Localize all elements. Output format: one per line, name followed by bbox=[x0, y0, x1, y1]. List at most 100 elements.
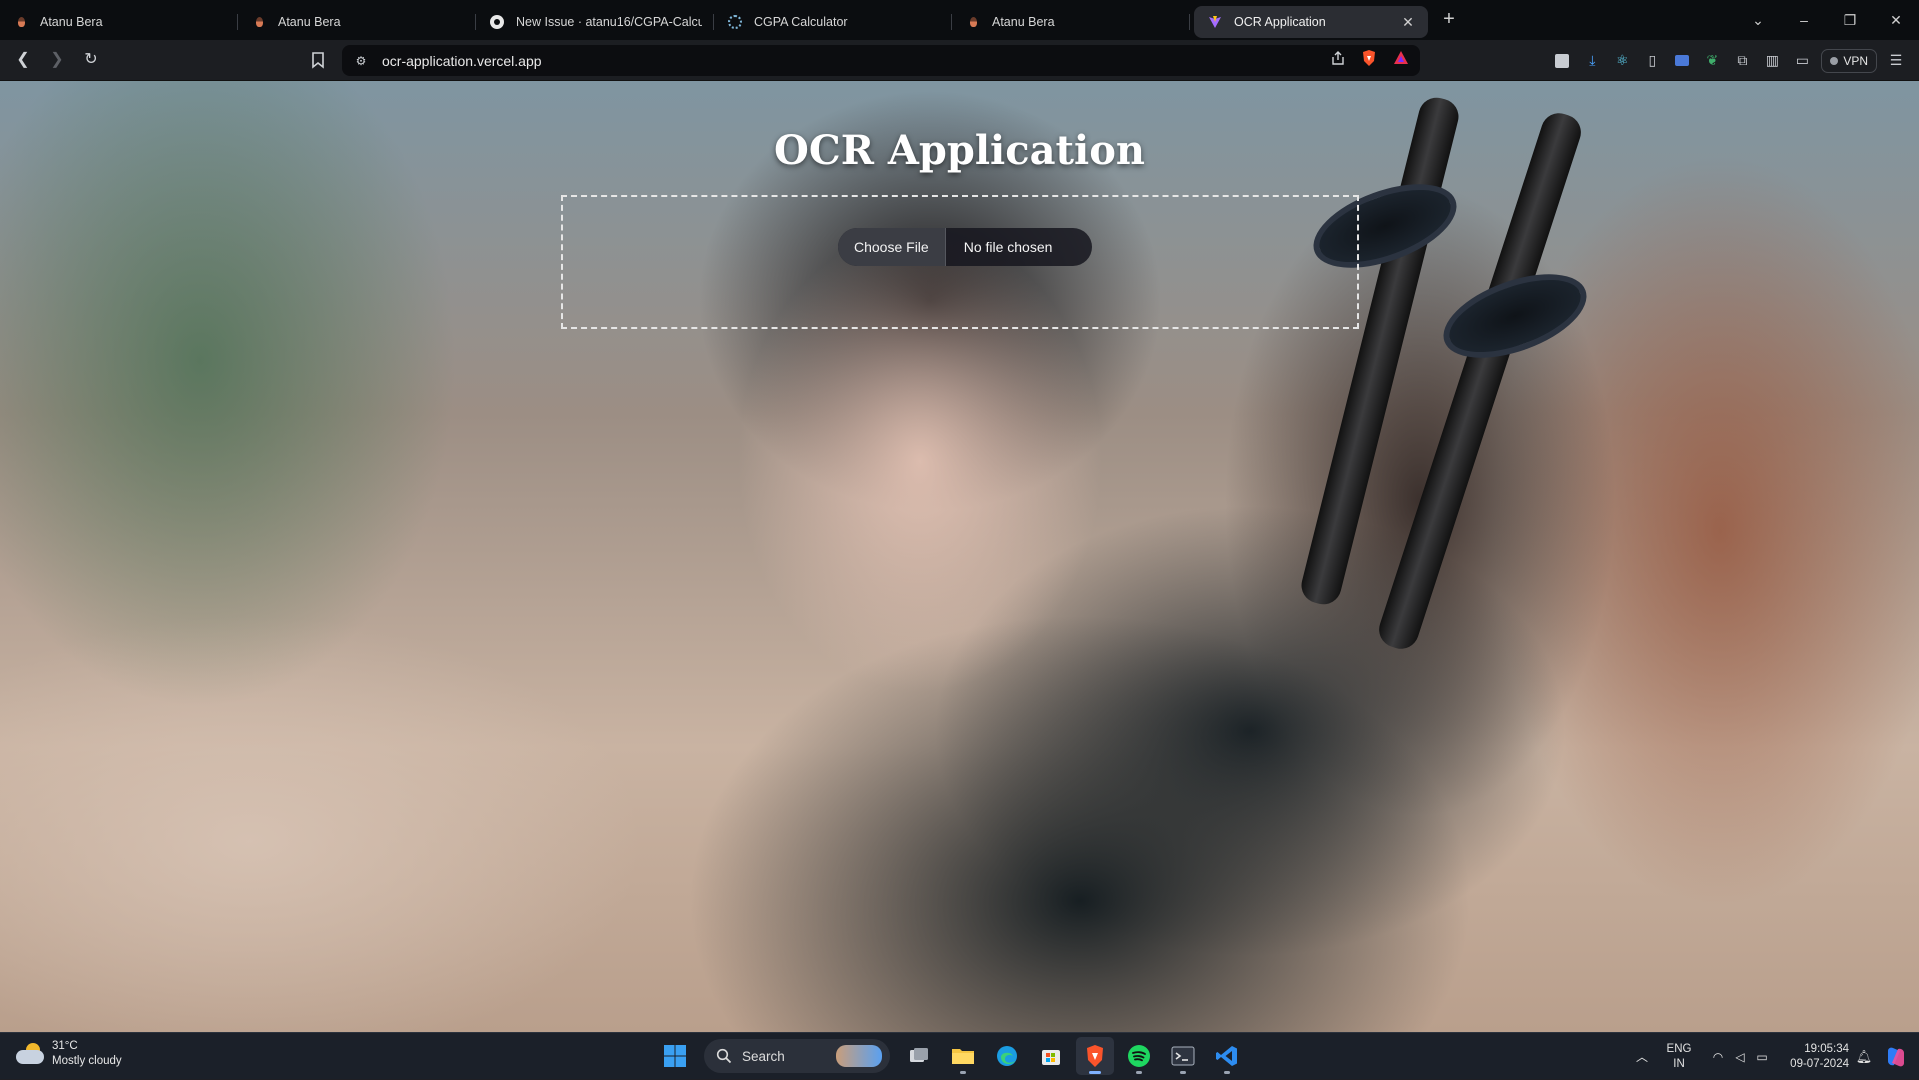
tab-cgpa-calculator[interactable]: CGPA Calculator bbox=[714, 6, 952, 38]
screen-icon[interactable] bbox=[1667, 46, 1697, 76]
tab-atanu-bera-3[interactable]: Atanu Bera bbox=[952, 6, 1190, 38]
brave-shields-icon[interactable] bbox=[1360, 49, 1378, 72]
task-view-button[interactable] bbox=[900, 1037, 938, 1075]
leaf-icon[interactable]: ❦ bbox=[1697, 46, 1727, 76]
brave-browser-button[interactable] bbox=[1076, 1037, 1114, 1075]
profile-favicon-icon bbox=[966, 15, 980, 29]
copilot-icon bbox=[1888, 1047, 1904, 1066]
copilot-button[interactable] bbox=[1879, 1040, 1913, 1074]
file-input[interactable]: Choose File No file chosen bbox=[838, 228, 1093, 266]
store-icon bbox=[1042, 1050, 1060, 1065]
extensions-puzzle-icon[interactable]: ⧉ bbox=[1727, 46, 1757, 76]
tab-search-icon[interactable]: ⌄ bbox=[1735, 12, 1781, 29]
notification-bell-icon[interactable]: 🔔︎ bbox=[1849, 1049, 1879, 1065]
region-code: IN bbox=[1673, 1057, 1685, 1070]
windows-icon bbox=[664, 1045, 686, 1067]
tab-title: Atanu Bera bbox=[992, 15, 1055, 29]
tab-title: CGPA Calculator bbox=[754, 15, 848, 29]
site-info-icon[interactable]: ⚙ bbox=[352, 52, 370, 70]
forward-button[interactable]: ❯ bbox=[40, 45, 74, 75]
bookmark-icon[interactable] bbox=[308, 48, 328, 72]
tab-atanu-bera-2[interactable]: Atanu Bera bbox=[238, 6, 476, 38]
taskbar-search[interactable]: Search bbox=[704, 1039, 890, 1073]
running-indicator bbox=[960, 1071, 966, 1074]
task-view-icon bbox=[910, 1048, 928, 1062]
lang-code: ENG bbox=[1666, 1042, 1692, 1055]
close-tab-icon[interactable]: ✕ bbox=[1400, 14, 1416, 30]
system-tray: ︿ ENG IN ◠ ◁ ▭ 19:05:34 09-07-2024 🔔︎ bbox=[1627, 1033, 1919, 1080]
address-bar[interactable]: ⚙ ocr-application.vercel.app bbox=[342, 45, 1420, 76]
wifi-icon: ◠ bbox=[1712, 1049, 1724, 1064]
time-text: 19:05:34 bbox=[1804, 1042, 1849, 1055]
taskbar-apps: Search bbox=[656, 1037, 1246, 1075]
choose-file-button[interactable]: Choose File bbox=[838, 228, 946, 266]
tab-ocr-application[interactable]: OCR Application ✕ bbox=[1194, 6, 1428, 38]
vpn-label: VPN bbox=[1843, 53, 1868, 68]
reload-button[interactable]: ↻ bbox=[74, 45, 108, 75]
tab-github-new-issue[interactable]: New Issue · atanu16/CGPA-Calculator bbox=[476, 6, 714, 38]
folder-icon bbox=[952, 1049, 974, 1064]
spotify-icon bbox=[1128, 1045, 1150, 1067]
profile-favicon-icon bbox=[14, 15, 28, 29]
window-controls: ⌄ – ❐ ✕ bbox=[1735, 0, 1919, 40]
search-icon bbox=[716, 1048, 732, 1064]
search-label: Search bbox=[742, 1048, 785, 1064]
mouse-icon[interactable]: ▯ bbox=[1637, 46, 1667, 76]
tab-atanu-bera-1[interactable]: Atanu Bera bbox=[0, 6, 238, 38]
restore-button[interactable]: ❐ bbox=[1827, 12, 1873, 29]
menu-icon[interactable]: ☰ bbox=[1881, 46, 1911, 76]
clock[interactable]: 19:05:34 09-07-2024 bbox=[1779, 1042, 1849, 1072]
battery-icon: ▭ bbox=[1756, 1049, 1768, 1064]
file-explorer-button[interactable] bbox=[944, 1037, 982, 1075]
volume-icon: ◁ bbox=[1735, 1049, 1745, 1064]
start-button[interactable] bbox=[656, 1037, 694, 1075]
language-indicator[interactable]: ENG IN bbox=[1657, 1042, 1701, 1072]
quick-settings[interactable]: ◠ ◁ ▭ bbox=[1701, 1050, 1779, 1064]
share-icon[interactable] bbox=[1330, 50, 1346, 71]
react-devtools-icon[interactable]: ⚛ bbox=[1607, 46, 1637, 76]
search-highlight-icon bbox=[836, 1045, 882, 1067]
tab-title: Atanu Bera bbox=[278, 15, 341, 29]
date-text: 09-07-2024 bbox=[1790, 1057, 1849, 1070]
running-indicator bbox=[1180, 1071, 1186, 1074]
calculator-favicon-icon bbox=[728, 15, 742, 29]
terminal-icon bbox=[1171, 1046, 1195, 1066]
microsoft-store-button[interactable] bbox=[1032, 1037, 1070, 1075]
new-tab-button[interactable]: + bbox=[1434, 5, 1464, 35]
terminal-button[interactable] bbox=[1164, 1037, 1202, 1075]
url-text[interactable]: ocr-application.vercel.app bbox=[382, 53, 542, 69]
tab-title: Atanu Bera bbox=[40, 15, 103, 29]
partly-cloudy-icon bbox=[16, 1043, 44, 1065]
back-button[interactable]: ❮ bbox=[6, 45, 40, 75]
running-indicator bbox=[1224, 1071, 1230, 1074]
minimize-button[interactable]: – bbox=[1781, 12, 1827, 28]
page-viewport: OCR Application Choose File No file chos… bbox=[0, 81, 1919, 1032]
spotify-button[interactable] bbox=[1120, 1037, 1158, 1075]
file-status-text: No file chosen bbox=[963, 239, 1053, 255]
download-icon[interactable]: ⤓ bbox=[1577, 46, 1607, 76]
show-hidden-icons-button[interactable]: ︿ bbox=[1627, 1048, 1657, 1065]
profile-favicon-icon bbox=[252, 15, 266, 29]
weather-condition: Mostly cloudy bbox=[52, 1055, 122, 1067]
github-icon bbox=[490, 15, 504, 29]
running-indicator bbox=[1089, 1071, 1101, 1074]
vpn-button[interactable]: VPN bbox=[1821, 48, 1877, 73]
sidebar-toggle-icon[interactable]: ▥ bbox=[1757, 46, 1787, 76]
page-title: OCR Application bbox=[774, 127, 1145, 174]
running-indicator bbox=[1136, 1071, 1142, 1074]
weather-text: 31°C Mostly cloudy bbox=[52, 1039, 122, 1069]
tab-title: OCR Application bbox=[1234, 15, 1326, 29]
weather-temp: 31°C bbox=[52, 1040, 78, 1052]
edge-icon bbox=[997, 1046, 1017, 1066]
vscode-button[interactable] bbox=[1208, 1037, 1246, 1075]
weather-widget[interactable]: 31°C Mostly cloudy bbox=[16, 1039, 122, 1069]
vscode-icon bbox=[1216, 1046, 1237, 1066]
close-window-button[interactable]: ✕ bbox=[1873, 12, 1919, 29]
address-bar-actions bbox=[1330, 45, 1410, 76]
brave-rewards-icon[interactable] bbox=[1392, 49, 1410, 72]
edge-button[interactable] bbox=[988, 1037, 1026, 1075]
wallet-icon[interactable]: ▭ bbox=[1787, 46, 1817, 76]
extension-square-icon[interactable] bbox=[1547, 46, 1577, 76]
vpn-status-icon bbox=[1830, 56, 1839, 65]
brave-icon bbox=[1087, 1045, 1103, 1067]
